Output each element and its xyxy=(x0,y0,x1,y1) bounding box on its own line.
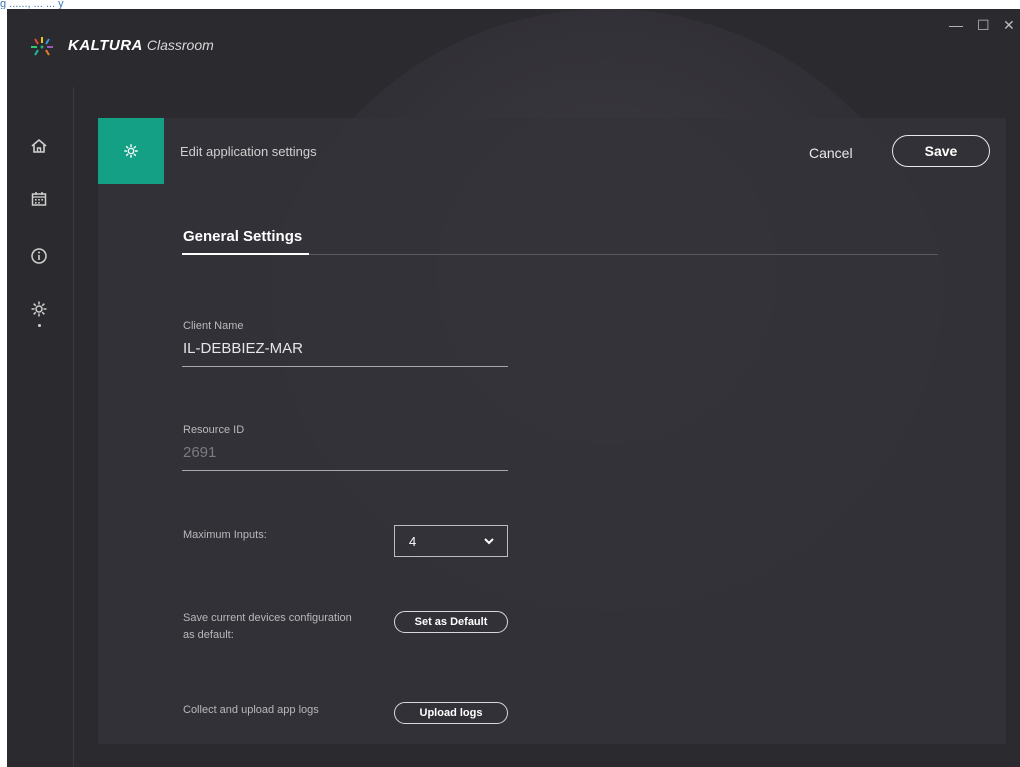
max-inputs-select[interactable]: 4 xyxy=(394,525,508,557)
settings-icon[interactable] xyxy=(29,299,49,327)
upload-logs-label: Collect and upload app logs xyxy=(183,704,319,716)
close-button[interactable]: ✕ xyxy=(1003,17,1015,34)
brand-name: KALTURA xyxy=(68,37,143,54)
info-icon[interactable] xyxy=(29,246,49,266)
save-config-label-line1: Save current devices configuration xyxy=(183,612,352,624)
background-window-text: g ......, ... ... y xyxy=(0,0,64,9)
resource-id-label: Resource ID xyxy=(183,424,245,436)
panel-title: Edit application settings xyxy=(180,144,317,159)
active-indicator-dot xyxy=(38,324,41,327)
tab-active-underline xyxy=(182,253,309,255)
title-bar: KALTURA Classroom — ☐ ✕ xyxy=(7,9,1020,87)
settings-header-icon-box xyxy=(98,118,164,184)
save-config-label-line2: as default: xyxy=(183,629,234,641)
save-button[interactable]: Save xyxy=(892,135,990,167)
resource-id-field: 2691 xyxy=(183,444,217,461)
max-inputs-value: 4 xyxy=(409,533,417,549)
upload-logs-button[interactable]: Upload logs xyxy=(394,702,508,724)
tab-general-settings[interactable]: General Settings xyxy=(183,228,302,245)
max-inputs-label: Maximum Inputs: xyxy=(183,529,267,541)
home-icon[interactable] xyxy=(29,136,49,156)
client-name-label: Client Name xyxy=(183,320,244,332)
cancel-button[interactable]: Cancel xyxy=(809,145,853,161)
chevron-down-icon xyxy=(484,538,494,545)
minimize-button[interactable]: — xyxy=(949,17,963,33)
resource-id-underline xyxy=(182,470,508,471)
settings-panel: Edit application settings Cancel Save Ge… xyxy=(98,118,1006,744)
client-name-underline xyxy=(182,366,508,367)
gear-icon xyxy=(124,144,138,158)
client-name-input[interactable]: IL-DEBBIEZ-MAR xyxy=(183,340,303,357)
maximize-button[interactable]: ☐ xyxy=(977,17,990,34)
app-window: KALTURA Classroom — ☐ ✕ Edit application… xyxy=(7,9,1020,767)
sidebar xyxy=(7,87,74,767)
save-config-label: Save current devices configuration as de… xyxy=(183,610,352,644)
app-title: KALTURA Classroom xyxy=(68,37,214,54)
kaltura-logo-icon xyxy=(31,37,53,56)
calendar-icon[interactable] xyxy=(29,189,49,209)
brand-product: Classroom xyxy=(146,37,214,53)
set-as-default-button[interactable]: Set as Default xyxy=(394,611,508,633)
